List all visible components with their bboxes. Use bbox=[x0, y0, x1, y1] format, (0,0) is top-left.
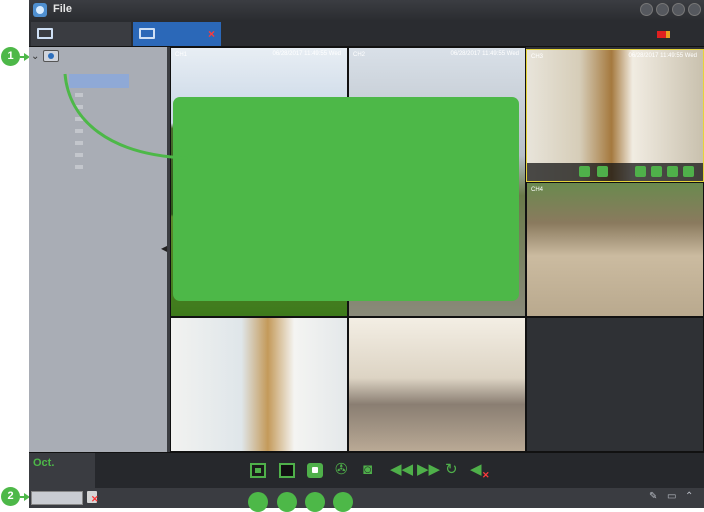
chevron-up-icon[interactable]: ⌃ bbox=[685, 491, 693, 502]
status-bar: ✎ ▭ ⌃ bbox=[29, 488, 704, 508]
record-all-icon[interactable]: ✇ bbox=[335, 461, 348, 479]
fast-forward-icon[interactable]: ▶▶ bbox=[417, 461, 440, 479]
single-view-button[interactable] bbox=[250, 463, 266, 478]
camera-cell-6[interactable] bbox=[348, 317, 526, 452]
app-logo-icon bbox=[33, 3, 47, 17]
date-tab[interactable]: Oct. bbox=[29, 453, 95, 489]
menu-file[interactable]: File bbox=[53, 3, 72, 15]
camera-label: CH3 bbox=[531, 54, 544, 60]
maximize-button[interactable] bbox=[672, 3, 685, 16]
chevron-down-icon[interactable]: ⌄ bbox=[31, 51, 39, 62]
close-button[interactable] bbox=[688, 3, 701, 16]
tab-bar: × bbox=[29, 20, 704, 47]
callout-2: 2 bbox=[1, 487, 20, 506]
highlight-overlay bbox=[173, 97, 519, 301]
camera-cell-3[interactable]: CH3 06/28/2017 11:49:55 Wed bbox=[526, 49, 704, 182]
fisheye-icon[interactable] bbox=[667, 166, 678, 177]
playback-callout-1 bbox=[248, 492, 268, 512]
audio-icon[interactable] bbox=[683, 166, 694, 177]
device-root-icon[interactable] bbox=[43, 50, 59, 62]
camera-label: CH1 bbox=[175, 52, 188, 58]
camera-timestamp: 06/28/2017 11:49:55 Wed bbox=[450, 51, 519, 57]
play-button[interactable] bbox=[307, 463, 323, 478]
callout-1-curve-arrow bbox=[63, 73, 194, 170]
zoom-icon[interactable] bbox=[651, 166, 662, 177]
dvr-client-window: File × ⌄ ◀ CH1 06/28/2017 11:49:55 Wed C… bbox=[29, 0, 704, 508]
camera-label: CH2 bbox=[353, 52, 366, 58]
rewind-icon[interactable]: ◀◀ bbox=[390, 461, 413, 479]
record-icon[interactable] bbox=[597, 166, 608, 177]
playback-callout-4 bbox=[333, 492, 353, 512]
grid-view-icon bbox=[37, 28, 53, 39]
ptz-icon[interactable] bbox=[635, 166, 646, 177]
pin-icon[interactable]: ✎ bbox=[649, 491, 657, 502]
record-status-icon bbox=[657, 31, 670, 38]
stop-all-button[interactable] bbox=[279, 463, 295, 478]
title-bar: File bbox=[29, 0, 704, 20]
camera-cell-4[interactable]: CH4 bbox=[526, 182, 704, 317]
callout-1: 1 bbox=[1, 47, 20, 66]
date-label: Oct. bbox=[33, 457, 55, 469]
camera-cell-5[interactable] bbox=[170, 317, 348, 452]
minimize-button[interactable] bbox=[656, 3, 669, 16]
refresh-icon[interactable]: ↻ bbox=[445, 461, 458, 479]
snapshot-icon[interactable] bbox=[579, 166, 590, 177]
status-field bbox=[31, 491, 83, 505]
mute-x-icon: ✕ bbox=[482, 470, 490, 480]
camera-cell-7[interactable] bbox=[526, 317, 704, 452]
snapshot-all-icon[interactable]: ◙ bbox=[363, 461, 372, 479]
mute-icon[interactable]: ◀ ✕ bbox=[470, 461, 490, 480]
playback-toolbar: Oct. ✇ ◙ ◀◀ ▶▶ ↻ ◀ ✕ bbox=[29, 452, 704, 489]
collapse-arrow-icon[interactable]: ◀ bbox=[161, 244, 167, 253]
disk-error-icon bbox=[87, 491, 99, 505]
tab-close-button[interactable]: × bbox=[208, 27, 215, 41]
tab-home[interactable] bbox=[31, 22, 131, 46]
camera-control-bar bbox=[527, 163, 703, 181]
playback-callout-3 bbox=[305, 492, 325, 512]
monitor-icon bbox=[139, 28, 155, 39]
window-icon[interactable]: ▭ bbox=[667, 491, 676, 502]
playback-callout-2 bbox=[277, 492, 297, 512]
lock-icon[interactable] bbox=[640, 3, 653, 16]
camera-label: CH4 bbox=[531, 187, 544, 193]
tab-live-view[interactable]: × bbox=[133, 22, 221, 46]
camera-timestamp: 06/28/2017 11:49:55 Wed bbox=[628, 53, 697, 59]
camera-timestamp: 06/28/2017 11:49:55 Wed bbox=[272, 51, 341, 57]
